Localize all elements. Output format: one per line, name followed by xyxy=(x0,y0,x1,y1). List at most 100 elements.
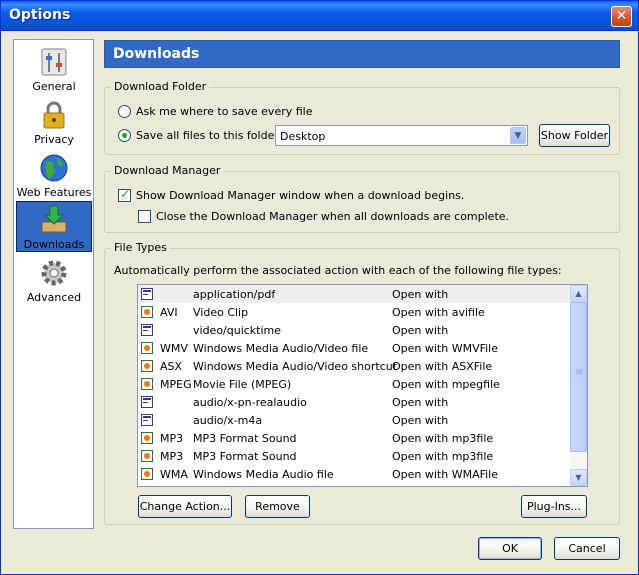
list-item[interactable]: application/pdf Open with xyxy=(138,285,571,303)
file-desc: audio/x-m4a xyxy=(193,414,263,427)
file-ext: ASX xyxy=(160,360,183,373)
ok-button[interactable]: OK xyxy=(478,537,542,560)
list-item[interactable]: audio/x-pn-realaudio Open with xyxy=(138,393,571,411)
file-desc: Video Clip xyxy=(193,306,249,319)
generic-file-icon xyxy=(141,414,153,426)
category-sidebar: General Privacy Web Features Downloads A… xyxy=(13,39,94,529)
media-file-icon xyxy=(141,450,153,462)
show-folder-button[interactable]: Show Folder xyxy=(539,124,610,147)
file-desc: Movie File (MPEG) xyxy=(193,378,292,391)
file-desc: Windows Media Audio/Video shortcut xyxy=(193,360,398,373)
file-ext: MP3 xyxy=(160,450,184,463)
list-item[interactable]: MPEG Movie File (MPEG) Open with mpegfil… xyxy=(138,375,571,393)
list-item[interactable]: ASX Windows Media Audio/Video shortcut O… xyxy=(138,357,571,375)
lock-icon xyxy=(43,101,65,129)
gear-icon xyxy=(41,260,67,286)
file-desc: audio/x-pn-realaudio xyxy=(193,396,307,409)
media-file-icon xyxy=(141,342,153,354)
save-to-folder-label[interactable]: Save all files to this folder: xyxy=(136,129,282,142)
plug-ins-button[interactable]: Plug-Ins... xyxy=(521,495,587,518)
general-icon xyxy=(41,48,67,76)
options-window: Options ✕ General Privacy Web Features D… xyxy=(0,0,639,575)
file-action: Open with xyxy=(392,288,449,301)
download-manager-group: Download Manager Show Download Manager w… xyxy=(104,164,620,233)
media-file-icon xyxy=(141,432,153,444)
list-item[interactable]: MP3 MP3 Format Sound Open with mp3file xyxy=(138,447,571,465)
file-ext: MP3 xyxy=(160,432,184,445)
file-action: Open with mpegfile xyxy=(392,378,500,391)
group-legend: Download Manager xyxy=(111,164,224,177)
page-title: Downloads xyxy=(113,46,200,62)
scroll-down-button[interactable]: ▼ xyxy=(570,469,587,486)
close-download-manager-checkbox[interactable] xyxy=(138,210,151,223)
scroll-up-button[interactable]: ▲ xyxy=(570,285,587,302)
chevron-up-icon: ▲ xyxy=(575,289,582,298)
page-header: Downloads xyxy=(104,40,620,68)
file-desc: application/pdf xyxy=(193,288,276,301)
sidebar-item-label: General xyxy=(32,80,76,93)
list-item[interactable]: WMV Windows Media Audio/Video file Open … xyxy=(138,339,571,357)
sidebar-item-label: Advanced xyxy=(26,291,82,304)
ask-location-radio[interactable] xyxy=(118,105,131,118)
remove-button[interactable]: Remove xyxy=(245,495,310,518)
file-ext: WMV xyxy=(160,342,188,355)
file-action: Open with xyxy=(392,396,449,409)
close-download-manager-label[interactable]: Close the Download Manager when all down… xyxy=(156,210,509,223)
sidebar-item-label: Downloads xyxy=(23,238,85,251)
file-desc: MP3 Format Sound xyxy=(193,432,297,445)
list-item[interactable]: audio/x-m4a Open with xyxy=(138,411,571,429)
media-file-icon xyxy=(141,468,153,480)
ask-location-label[interactable]: Ask me where to save every file xyxy=(136,105,313,118)
media-file-icon xyxy=(141,378,153,390)
group-legend: Download Folder xyxy=(111,80,210,93)
list-scrollbar[interactable]: ▲ ▼ xyxy=(570,285,587,486)
close-icon: ✕ xyxy=(615,8,628,24)
group-legend: File Types xyxy=(111,241,170,254)
download-folder-select[interactable]: Desktop ▼ xyxy=(275,125,528,146)
list-item[interactable]: AVI Video Clip Open with avifile xyxy=(138,303,571,321)
title-bar[interactable]: Options ✕ xyxy=(1,1,638,31)
generic-file-icon xyxy=(141,288,153,300)
sidebar-item-privacy[interactable]: Privacy xyxy=(16,97,92,147)
file-action: Open with mp3file xyxy=(392,432,494,445)
save-to-folder-radio[interactable] xyxy=(118,129,131,142)
download-icon xyxy=(41,205,67,233)
file-action: Open with WMVFile xyxy=(392,342,499,355)
scroll-thumb[interactable] xyxy=(570,302,587,452)
media-file-icon xyxy=(141,306,153,318)
sidebar-item-general[interactable]: General xyxy=(16,44,92,94)
download-folder-group: Download Folder Ask me where to save eve… xyxy=(104,80,620,155)
list-item[interactable]: WMA Windows Media Audio file Open with W… xyxy=(138,465,571,483)
file-ext: MPEG xyxy=(160,378,192,391)
file-action: Open with xyxy=(392,414,449,427)
cancel-button[interactable]: Cancel xyxy=(554,537,620,560)
file-desc: video/quicktime xyxy=(193,324,282,337)
file-action: Open with xyxy=(392,324,449,337)
chevron-down-icon: ▼ xyxy=(575,473,582,482)
close-button[interactable]: ✕ xyxy=(611,6,632,27)
file-desc: MP3 Format Sound xyxy=(193,450,297,463)
change-action-button[interactable]: Change Action... xyxy=(138,495,232,518)
globe-icon xyxy=(40,154,68,182)
file-types-description: Automatically perform the associated act… xyxy=(114,264,562,277)
file-desc: Windows Media Audio file xyxy=(193,468,334,481)
sidebar-item-label: Privacy xyxy=(34,133,74,146)
sidebar-item-downloads[interactable]: Downloads xyxy=(16,201,92,252)
chevron-down-icon[interactable]: ▼ xyxy=(510,127,526,144)
file-ext: AVI xyxy=(160,306,178,319)
sidebar-item-web-features[interactable]: Web Features xyxy=(16,150,92,200)
file-action: Open with avifile xyxy=(392,306,485,319)
media-file-icon xyxy=(141,360,153,372)
sidebar-item-advanced[interactable]: Advanced xyxy=(16,255,92,305)
file-action: Open with WMAFile xyxy=(392,468,499,481)
show-download-manager-label[interactable]: Show Download Manager window when a down… xyxy=(136,189,464,202)
show-download-manager-checkbox[interactable] xyxy=(118,187,131,202)
list-item[interactable]: MP3 MP3 Format Sound Open with mp3file xyxy=(138,429,571,447)
file-types-list[interactable]: application/pdf Open with AVI Video Clip… xyxy=(137,284,588,487)
list-item[interactable]: video/quicktime Open with xyxy=(138,321,571,339)
folder-value: Desktop xyxy=(280,130,326,143)
sidebar-item-label: Web Features xyxy=(16,186,92,199)
file-desc: Windows Media Audio/Video file xyxy=(193,342,369,355)
file-action: Open with ASXFile xyxy=(392,360,493,373)
generic-file-icon xyxy=(141,324,153,336)
